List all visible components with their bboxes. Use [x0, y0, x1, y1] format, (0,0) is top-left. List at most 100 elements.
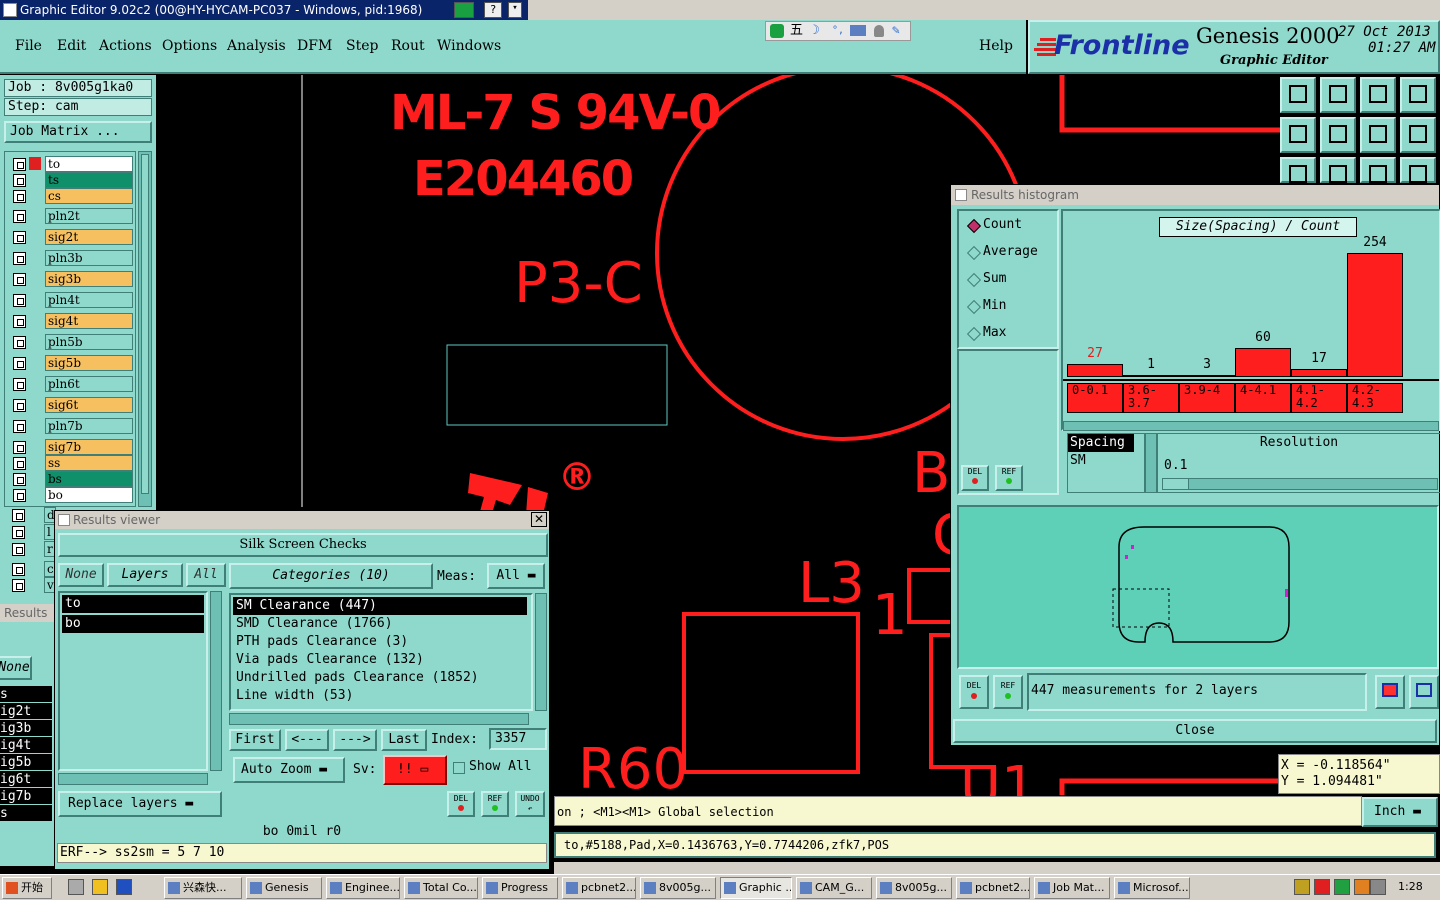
histogram-bar[interactable] — [1347, 253, 1403, 377]
tray-icon[interactable] — [1334, 879, 1350, 895]
export-button[interactable] — [1375, 675, 1405, 709]
results-layer-item[interactable]: ig3b — [0, 720, 52, 737]
ime-toolbar[interactable]: 五 ☽ °, ✎ — [765, 21, 911, 41]
report-button[interactable] — [1409, 675, 1439, 709]
histogram-bar[interactable] — [1123, 375, 1179, 377]
layer-row[interactable]: sig4t — [11, 313, 133, 330]
menu-analysis[interactable]: Analysis — [227, 38, 286, 54]
layer-row[interactable]: d — [10, 507, 60, 524]
category-item[interactable]: SM Clearance (447) — [233, 597, 527, 615]
spacing-list[interactable]: Spacing SM — [1067, 433, 1145, 493]
layer-row[interactable]: sig5b — [11, 355, 133, 372]
taskbar-item[interactable]: pcbnet2... — [562, 877, 636, 899]
auto-zoom-dropdown[interactable]: Auto Zoom ▬ — [233, 757, 345, 783]
layer-name[interactable]: to — [45, 156, 133, 172]
quick-launch-icon[interactable] — [92, 879, 108, 895]
layer-results-hscrollbar[interactable] — [58, 773, 208, 785]
layer-name[interactable]: pln3b — [45, 250, 133, 266]
layer-result-item[interactable]: to — [62, 595, 204, 613]
results-none-button[interactable]: None — [0, 656, 32, 680]
results-layer-item[interactable]: s — [0, 686, 52, 703]
meas-dropdown[interactable]: All ▬ — [487, 563, 545, 589]
dropdown-icon[interactable]: ▾ — [508, 2, 522, 18]
zoom-ratio-icon[interactable] — [1360, 157, 1396, 183]
category-item[interactable]: Undrilled pads Clearance (1852) — [233, 669, 527, 687]
taskbar-item[interactable]: CAM_G... — [796, 877, 872, 899]
categories-button[interactable]: Categories (10) — [229, 563, 433, 589]
fit-icon[interactable] — [1280, 157, 1316, 183]
layer-name[interactable]: pln5b — [45, 334, 133, 350]
menu-help[interactable]: Help — [979, 38, 1013, 54]
layers-button[interactable]: Layers — [107, 563, 183, 587]
histogram-bar[interactable] — [1235, 348, 1291, 377]
mode-radio-sum[interactable]: Sum — [967, 269, 1006, 289]
layer-name[interactable]: sig3b — [45, 271, 133, 287]
layer-checkbox[interactable] — [13, 420, 26, 433]
layer-checkbox[interactable] — [12, 526, 25, 539]
layer-row[interactable]: cs — [11, 188, 133, 205]
layer-name[interactable]: pln4t — [45, 292, 133, 308]
layer-checkbox[interactable] — [13, 378, 26, 391]
layer-name[interactable]: pln7b — [45, 418, 133, 434]
center-icon[interactable] — [1320, 157, 1356, 183]
hist-del-button[interactable]: DEL — [961, 465, 989, 491]
category-item[interactable]: PTH pads Clearance (3) — [233, 633, 527, 651]
results-layer-item[interactable]: ig6t — [0, 771, 52, 788]
layer-checkbox[interactable] — [13, 336, 26, 349]
menu-edit[interactable]: Edit — [57, 38, 86, 54]
units-dropdown[interactable]: Inch ▬ — [1362, 797, 1438, 827]
tray-icon[interactable] — [1294, 879, 1310, 895]
taskbar-item[interactable]: 8v005g... — [876, 877, 952, 899]
histogram-hscrollbar[interactable] — [1063, 421, 1439, 431]
mode-radio-max[interactable]: Max — [967, 323, 1006, 343]
results-layer-item[interactable]: ig4t — [0, 737, 52, 754]
hist-ref-button[interactable]: REF — [995, 465, 1023, 491]
user-icon[interactable] — [874, 25, 884, 37]
layer-name[interactable]: sig5b — [45, 355, 133, 371]
layer-row[interactable]: ss — [11, 455, 133, 472]
move-right-icon[interactable] — [1320, 117, 1356, 153]
save-icon[interactable] — [1280, 77, 1316, 113]
preview-del-button[interactable]: DEL — [959, 675, 989, 709]
category-item[interactable]: Via pads Clearance (132) — [233, 651, 527, 669]
preview-ref-button[interactable]: REF — [993, 675, 1023, 709]
layer-row[interactable]: pln2t — [11, 208, 133, 225]
results-viewer-titlebar[interactable]: Results viewer ✕ — [55, 511, 549, 529]
close-icon[interactable]: ✕ — [531, 512, 547, 527]
taskbar-item[interactable]: Microsof... — [1114, 877, 1190, 899]
layer-row[interactable]: l — [10, 524, 60, 541]
first-button[interactable]: First — [229, 729, 281, 751]
taskbar-item[interactable]: pcbnet2... — [956, 877, 1030, 899]
layer-name[interactable]: sig2t — [45, 229, 133, 245]
replace-layers-dropdown[interactable]: Replace layers ▬ — [58, 791, 222, 817]
layer-checkbox[interactable] — [13, 294, 26, 307]
layer-checkbox[interactable] — [13, 158, 26, 171]
layer-row[interactable]: pln5b — [11, 334, 133, 351]
taskbar-item[interactable]: Enginee... — [326, 877, 400, 899]
results-layer-item[interactable]: ig2t — [0, 703, 52, 720]
mode-radio-average[interactable]: Average — [967, 242, 1038, 262]
severity-dropdown[interactable]: !! ▭ — [383, 755, 447, 785]
next-button[interactable]: ---> — [333, 729, 377, 751]
taskbar-item[interactable]: Job Mat... — [1034, 877, 1110, 899]
menu-options[interactable]: Options — [162, 38, 217, 54]
taskbar-item[interactable]: Genesis — [246, 877, 322, 899]
layer-checkbox[interactable] — [12, 509, 25, 522]
layer-row[interactable]: pln3b — [11, 250, 133, 267]
wrench-icon[interactable]: ✎ — [892, 22, 900, 40]
close-button[interactable]: Close — [953, 719, 1437, 743]
layer-row[interactable]: sig7b — [11, 439, 133, 456]
window-title-bar[interactable]: Graphic Editor 9.02c2 (00@HY-HYCAM-PC037… — [0, 0, 528, 20]
histogram-bar[interactable] — [1291, 369, 1347, 377]
s-icon[interactable] — [454, 2, 474, 18]
layer-checkbox[interactable] — [12, 563, 25, 576]
layer-name[interactable]: cs — [45, 188, 133, 204]
quick-launch-icon[interactable] — [68, 879, 84, 895]
category-scrollbar[interactable] — [535, 593, 547, 711]
layer-checkbox[interactable] — [13, 357, 26, 370]
layer-list-scrollbar[interactable] — [138, 151, 152, 507]
layer-checkbox[interactable] — [13, 441, 26, 454]
layer-name[interactable]: sig6t — [45, 397, 133, 413]
prev-button[interactable]: <--- — [285, 729, 329, 751]
query-icon[interactable] — [1400, 157, 1436, 183]
